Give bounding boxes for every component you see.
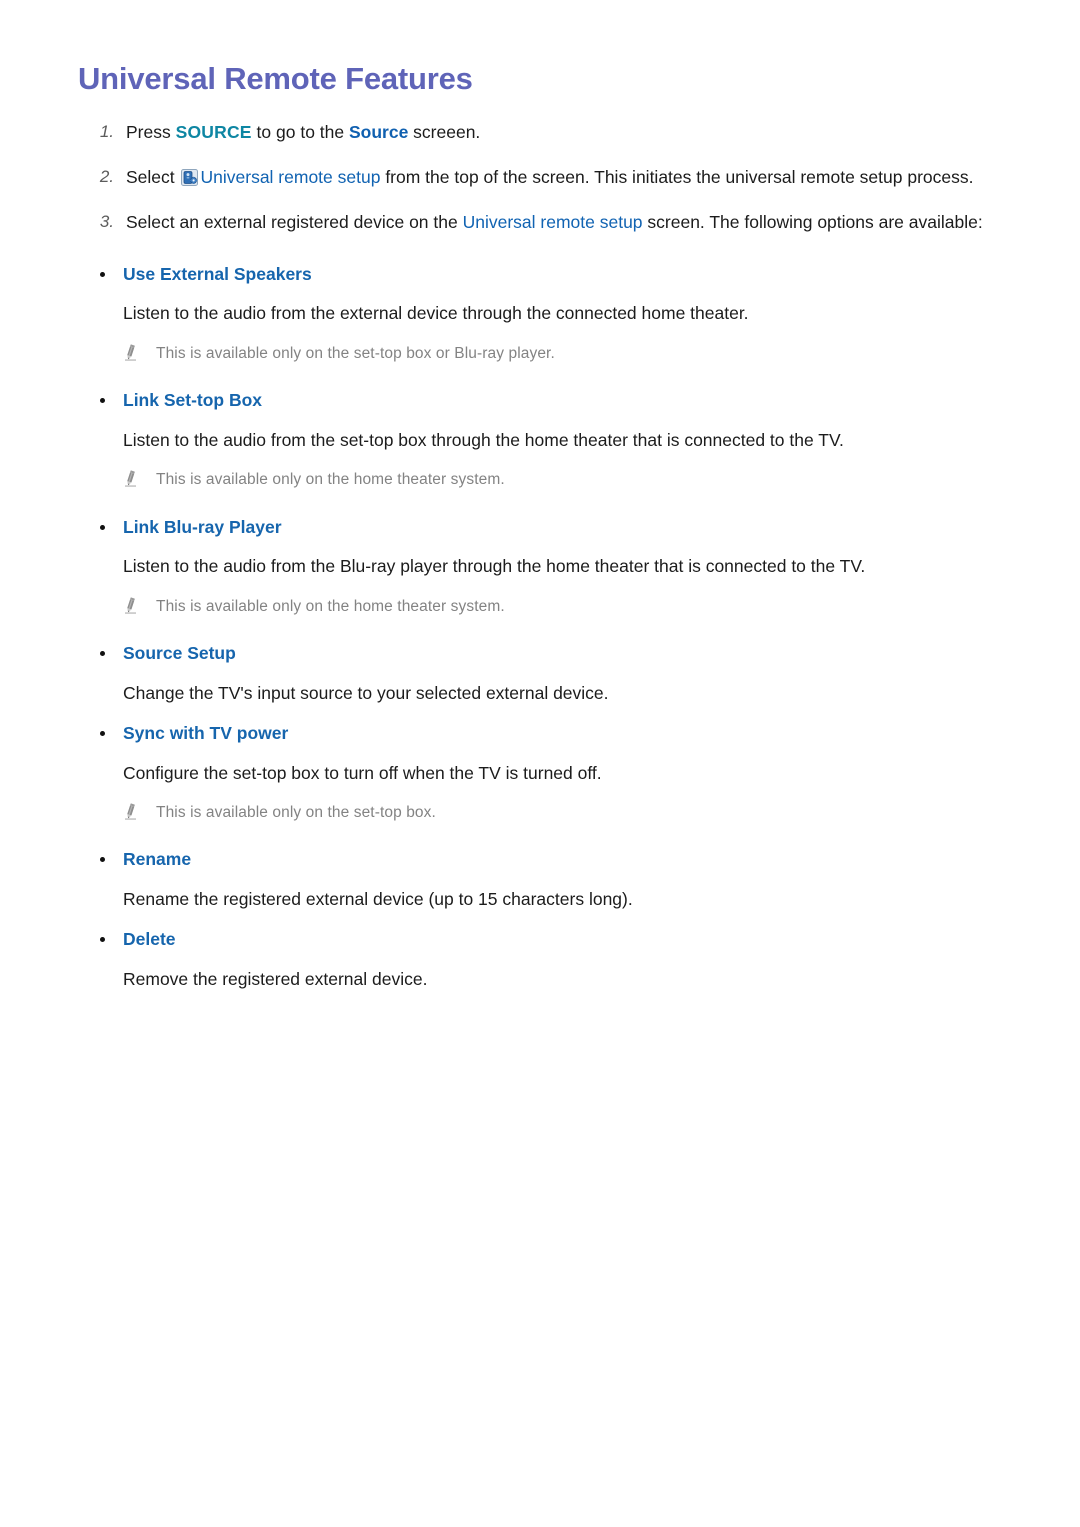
option-heading: Source Setup — [78, 642, 1025, 665]
step-number: 3. — [99, 212, 114, 232]
option-block: Sync with TV power Configure the set-top … — [78, 722, 1025, 824]
option-note-text: This is available only on the set-top bo… — [156, 803, 436, 821]
key-universal-remote-setup: Universal remote setup — [462, 212, 643, 233]
bullet-dot-icon — [100, 730, 105, 736]
option-note: This is available only on the home theat… — [78, 469, 1025, 491]
step-text: Press — [126, 122, 176, 143]
pencil-icon — [123, 343, 138, 361]
option-block: Source Setup Change the TV's input source… — [78, 642, 1025, 706]
option-block: Link Set-top Box Listen to the audio from… — [78, 389, 1025, 491]
option-description: Change the TV's input source to your sel… — [123, 682, 609, 703]
option-heading-label: Delete — [123, 929, 176, 950]
option-description: Remove the registered external device. — [123, 969, 428, 990]
bullet-dot-icon — [100, 524, 105, 530]
option-description: Configure the set-top box to turn off wh… — [123, 762, 602, 783]
bullet-dot-icon — [100, 857, 105, 863]
option-heading-label: Use External Speakers — [123, 263, 312, 284]
document-page: Universal Remote Features 1. Press SOURCE… — [0, 0, 1080, 1527]
step-text: Select an external registered device on … — [126, 212, 463, 233]
pencil-icon — [123, 470, 138, 487]
key-source-screen: Source — [348, 122, 409, 143]
option-block: Rename Rename the registered external dev… — [78, 848, 1025, 912]
option-block: Link Blu-ray Player Listen to the audio f… — [78, 516, 1025, 618]
bullet-dot-icon — [100, 271, 105, 277]
option-description: Listen to the audio from the Blu-ray pla… — [123, 556, 866, 577]
option-description: Rename the registered external device (u… — [123, 889, 633, 910]
page-title: Universal Remote Features — [78, 61, 473, 96]
option-heading-label: Rename — [123, 849, 192, 870]
numbered-step: 2. Select Universal remote setup from the… — [78, 164, 1025, 191]
option-heading-label: Link Blu-ray Player — [123, 516, 282, 537]
option-note: This is available only on the set-top bo… — [78, 802, 1025, 824]
option-heading: Link Blu-ray Player — [78, 516, 1025, 539]
step-text: screeen. — [408, 122, 481, 143]
option-heading-label: Sync with TV power — [123, 722, 289, 743]
option-heading-label: Link Set-top Box — [123, 390, 263, 411]
option-heading: Delete — [78, 928, 1025, 951]
universal-remote-setup-icon — [180, 169, 198, 187]
step-text: Select — [126, 167, 180, 188]
bullet-dot-icon — [100, 937, 105, 943]
option-note-text: This is available only on the home theat… — [156, 471, 505, 489]
step-text: from the top of the screen. This initiat… — [380, 167, 974, 188]
key-universal-remote-setup: Universal remote setup — [200, 167, 381, 188]
step-number: 1. — [99, 122, 114, 142]
option-block: Use External Speakers Listen to the audio… — [78, 263, 1025, 365]
option-description: Listen to the audio from the external de… — [123, 303, 749, 324]
option-description: Listen to the audio from the set-top box… — [123, 429, 844, 450]
option-block: Delete Remove the registered external dev… — [78, 928, 1025, 992]
numbered-steps-list: 1. Press SOURCE to go to the Source scree… — [78, 119, 1025, 236]
numbered-step: 1. Press SOURCE to go to the Source scree… — [78, 119, 1025, 146]
option-heading: Link Set-top Box — [78, 389, 1025, 412]
option-heading: Use External Speakers — [78, 263, 1025, 286]
option-note: This is available only on the home theat… — [78, 596, 1025, 618]
bullet-dot-icon — [100, 398, 105, 404]
option-note: This is available only on the set-top bo… — [78, 343, 1025, 365]
step-text: screen. The following options are availa… — [642, 212, 983, 233]
step-text: to go to the — [251, 122, 349, 143]
numbered-step: 3. Select an external registered device o… — [78, 209, 1025, 236]
option-note-text: This is available only on the home theat… — [156, 597, 505, 615]
bullet-dot-icon — [100, 650, 105, 656]
step-number: 2. — [99, 167, 114, 187]
key-source-button: SOURCE — [175, 122, 252, 143]
pencil-icon — [123, 803, 138, 820]
option-heading: Sync with TV power — [78, 722, 1025, 745]
option-note-text: This is available only on the set-top bo… — [156, 344, 555, 362]
option-heading-label: Source Setup — [123, 642, 236, 663]
option-heading: Rename — [78, 848, 1025, 871]
options-list: Use External Speakers Listen to the audio… — [78, 263, 1025, 993]
pencil-icon — [123, 596, 138, 614]
